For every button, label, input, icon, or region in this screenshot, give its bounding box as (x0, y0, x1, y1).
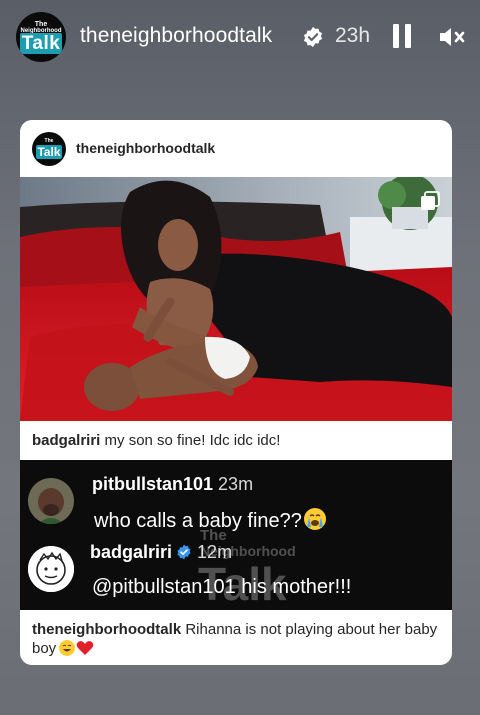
comment-avatar-reply (28, 546, 74, 592)
watermark-big: Talk (198, 558, 287, 610)
comment-avatar (28, 478, 74, 524)
post-avatar[interactable]: The Talk (32, 132, 66, 166)
avatar-text-top: The (34, 21, 48, 28)
dog-avatar-image (28, 478, 74, 524)
comment-user-2[interactable]: badgalriri (90, 542, 172, 562)
comment-username[interactable]: pitbullstan101 23m (92, 474, 253, 495)
cartoon-avatar-image (28, 546, 74, 592)
photo-illustration (20, 177, 452, 421)
story-avatar[interactable]: The Neighborhood Talk (16, 12, 66, 62)
shared-post-card[interactable]: The Talk theneighborhoodtalk badgalriri … (20, 120, 452, 665)
mute-icon[interactable] (438, 26, 466, 48)
post-header: The Talk theneighborhoodtalk (20, 120, 452, 176)
watermark-mid: Neighborhood (200, 543, 296, 559)
avatar-text-big: Talk (19, 33, 63, 54)
post-username[interactable]: theneighborhoodtalk (76, 140, 215, 156)
watermark-logo: The Neighborhood Talk (198, 527, 296, 610)
post-photo[interactable] (20, 177, 452, 421)
pause-icon[interactable] (392, 24, 412, 48)
story-header: The Neighborhood Talk theneighborhoodtal… (0, 0, 480, 76)
caption-username[interactable]: badgalriri (32, 432, 100, 449)
post-caption: badgalriri my son so fine! Idc idc idc! (32, 432, 280, 449)
comment-time: 23m (218, 474, 254, 494)
comment-screenshot: pitbullstan101 23m who calls a baby fine… (20, 460, 452, 610)
story-time: 23h (335, 24, 371, 47)
verified-icon (303, 26, 323, 48)
multi-post-icon (421, 191, 440, 210)
story-caption: theneighborhoodtalk Rihanna is not playi… (32, 620, 442, 658)
red-heart-emoji (76, 641, 94, 655)
post-avatar-text-top: The (44, 138, 54, 144)
comment-user-1[interactable]: pitbullstan101 (92, 474, 213, 494)
laughing-emoji (59, 640, 76, 656)
story-username[interactable]: theneighborhoodtalk (80, 24, 272, 48)
caption-text: my son so fine! Idc idc idc! (100, 432, 281, 449)
post-avatar-text-big: Talk (36, 145, 62, 159)
watermark-top: The (200, 527, 227, 544)
caption2-username[interactable]: theneighborhoodtalk (32, 621, 181, 638)
